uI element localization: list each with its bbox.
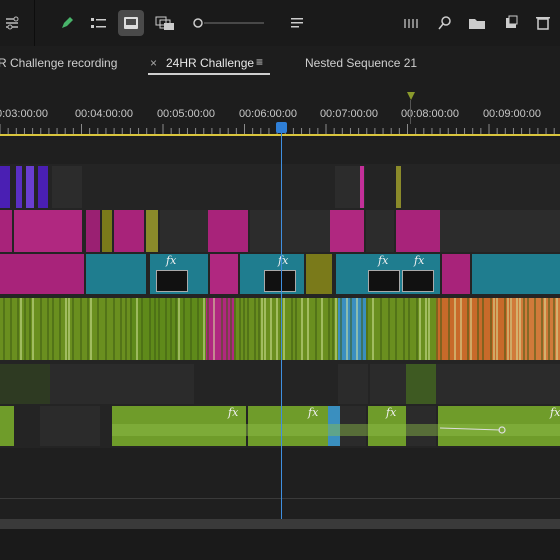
clip-magenta[interactable]: [86, 210, 100, 252]
fx-badge: fx: [278, 254, 289, 267]
ruler-timecode: 00:06:00:00: [238, 108, 298, 120]
tab-menu-icon[interactable]: ≡: [256, 55, 263, 69]
ruler-timecode: 0:03:00:00: [0, 108, 48, 120]
audio-clip[interactable]: [50, 364, 110, 404]
new-item-icon[interactable]: [498, 10, 524, 36]
audio-clip-green[interactable]: [0, 406, 14, 446]
clip-magenta[interactable]: [330, 210, 364, 252]
toolbar-divider: [34, 0, 35, 46]
tab-challenge-recording[interactable]: R Challenge recording: [0, 56, 117, 70]
v1-cut-lines: [3, 298, 558, 360]
fx-badge: fx: [166, 254, 177, 267]
ruler-timecode: 00:07:00:00: [319, 108, 379, 120]
folder-icon[interactable]: [464, 10, 490, 36]
clip-purple[interactable]: [0, 166, 10, 208]
clip-magenta[interactable]: [210, 254, 238, 294]
audio-clip[interactable]: [196, 364, 336, 404]
pen-icon[interactable]: [54, 10, 80, 36]
search-icon[interactable]: [432, 10, 458, 36]
timeline-scrollbar[interactable]: [0, 519, 560, 529]
clip-teal[interactable]: [472, 254, 560, 294]
fx-badge: fx: [414, 254, 425, 267]
meter-icon[interactable]: [398, 10, 424, 36]
audio-clip[interactable]: [164, 364, 194, 404]
tab-close-icon[interactable]: ×: [150, 56, 157, 70]
clip-olive[interactable]: [146, 210, 158, 252]
ruler-timecode: 00:04:00:00: [74, 108, 134, 120]
clip-thumbnail: [264, 270, 296, 292]
clip-purple[interactable]: [16, 166, 22, 208]
sequence-tabs: R Challenge recording × 24HR Challenge ≡…: [0, 46, 560, 78]
clip-magenta[interactable]: [114, 210, 144, 252]
clip-olive[interactable]: [396, 166, 401, 208]
clip-thumbnail: [402, 270, 434, 292]
tab-nested-sequence-21[interactable]: Nested Sequence 21: [305, 56, 417, 70]
single-view-icon[interactable]: [118, 10, 144, 36]
audio-clip[interactable]: [40, 406, 100, 446]
clip-dark[interactable]: [52, 166, 82, 208]
clip-magenta[interactable]: [396, 210, 440, 252]
fx-badge: fx: [308, 406, 319, 419]
ruler-timecode: 00:09:00:00: [482, 108, 542, 120]
clip-dark[interactable]: [366, 210, 394, 252]
clip-magenta[interactable]: [442, 254, 470, 294]
clip-magenta[interactable]: [208, 210, 248, 252]
active-tab-indicator: [148, 73, 270, 75]
sequence-marker[interactable]: [407, 92, 415, 100]
audio-clip[interactable]: [338, 364, 368, 404]
clip-olive[interactable]: [102, 210, 112, 252]
clip-purple[interactable]: [38, 166, 48, 208]
list-view-icon[interactable]: [86, 10, 112, 36]
playhead-line[interactable]: [281, 123, 282, 520]
multi-view-icon[interactable]: [152, 10, 178, 36]
settings-icon[interactable]: [0, 10, 26, 36]
clip-olive[interactable]: [306, 254, 332, 294]
audio-clip-green[interactable]: [406, 364, 436, 404]
audio-clip[interactable]: [370, 364, 406, 404]
marker-line: [410, 100, 411, 124]
clip-thumbnail: [156, 270, 188, 292]
track-v4: [0, 164, 560, 208]
trash-icon[interactable]: [530, 10, 556, 36]
playhead-handle[interactable]: [276, 122, 287, 133]
clip-teal[interactable]: [86, 254, 146, 294]
tab-24hr-challenge[interactable]: 24HR Challenge: [166, 56, 254, 70]
audio-clip[interactable]: [110, 364, 164, 404]
fx-badge: fx: [228, 406, 239, 419]
toolbar: [0, 0, 560, 47]
bottom-panel: [0, 529, 560, 560]
audio-clip[interactable]: [436, 364, 560, 404]
clip-dark[interactable]: [250, 210, 330, 252]
clip-purple[interactable]: [26, 166, 34, 208]
clip-dark[interactable]: [160, 210, 208, 252]
clip-thumbnail: [368, 270, 400, 292]
track-a3: [0, 454, 560, 492]
ruler-timecode: 00:05:00:00: [156, 108, 216, 120]
fx-badge: fx: [386, 406, 397, 419]
timeline-tracks[interactable]: fx fx fx fx fx fx fx fx: [0, 136, 560, 560]
clip-magenta[interactable]: [14, 210, 82, 252]
fx-badge: fx: [378, 254, 389, 267]
clip-magenta[interactable]: [0, 254, 84, 294]
clip-dark[interactable]: [440, 210, 560, 252]
clip-magenta[interactable]: [360, 166, 364, 208]
track-a4: [0, 499, 560, 519]
volume-keyframe[interactable]: [440, 418, 560, 438]
audio-clip[interactable]: [0, 364, 50, 404]
clip-magenta[interactable]: [0, 210, 12, 252]
menu-icon[interactable]: [284, 10, 310, 36]
zoom-slider[interactable]: [190, 10, 270, 36]
